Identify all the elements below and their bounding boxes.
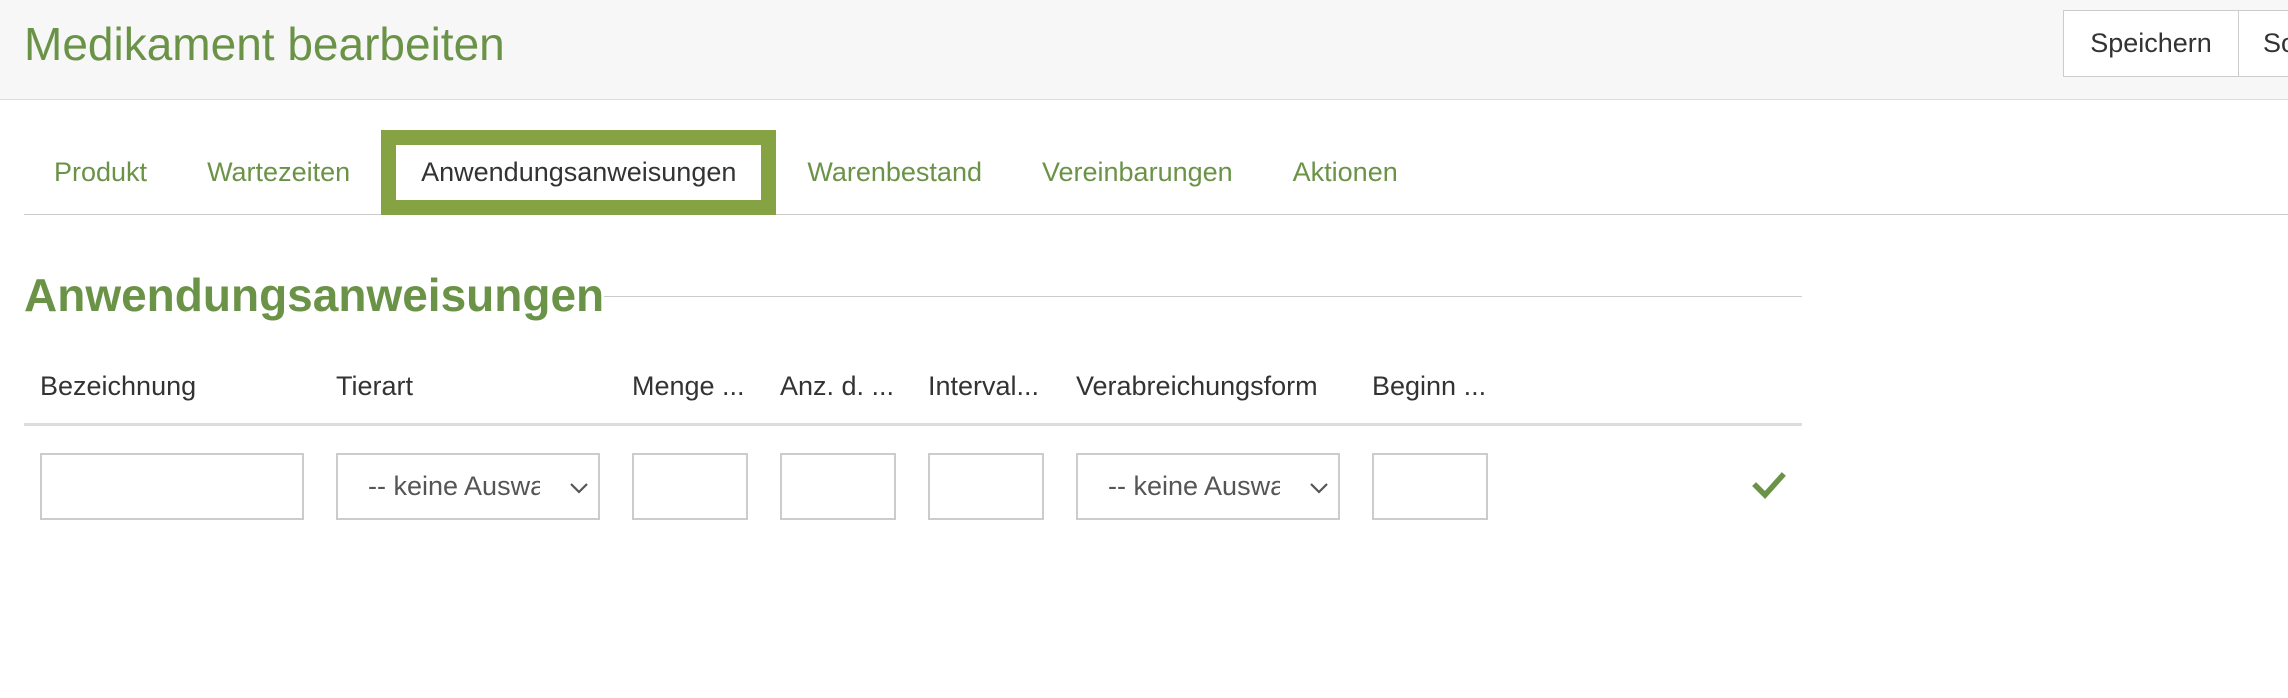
column-header-bezeichnung: Bezeichnung [40,371,197,401]
anzahl-input[interactable] [780,453,896,520]
column-header-beginn: Beginn ... [1372,371,1487,401]
tab-bar: Produkt Wartezeiten Anwendungsanweisunge… [24,129,2288,215]
column-header-tierart: Tierart [336,371,414,401]
column-header-verabreichungsform: Verabreichungsform [1076,371,1318,401]
tab-wartezeiten[interactable]: Wartezeiten [177,130,380,215]
page-header: Medikament bearbeiten Speichern So [0,0,2288,100]
verabreichungsform-select-value: -- keine Auswahl -- [1108,471,1280,501]
secondary-header-button[interactable]: So [2239,10,2288,77]
header-actions: Speichern So [2063,10,2288,77]
beginn-input[interactable] [1372,453,1488,520]
section-title: Anwendungsanweisungen [24,269,605,321]
page-title: Medikament bearbeiten [24,18,505,70]
tab-anwendungsanweisungen[interactable]: Anwendungsanweisungen [381,129,777,215]
bezeichnung-input[interactable] [40,453,304,520]
column-header-menge: Menge ... [632,371,745,401]
menge-input[interactable] [632,453,748,520]
tab-produkt[interactable]: Produkt [24,130,177,215]
checkmark-icon[interactable] [1752,468,1786,502]
chevron-down-icon [1310,483,1328,494]
section-divider [604,296,1802,297]
verabreichungsform-select[interactable]: -- keine Auswahl -- [1076,453,1340,520]
tab-warenbestand[interactable]: Warenbestand [777,130,1012,215]
tierart-select[interactable]: -- keine Auswahl -- [336,453,600,520]
chevron-down-icon [570,483,588,494]
column-header-interval: Interval... [928,371,1040,401]
table-header-divider [24,423,1802,426]
tab-aktionen[interactable]: Aktionen [1263,130,1428,215]
tab-vereinbarungen[interactable]: Vereinbarungen [1012,130,1263,215]
save-button[interactable]: Speichern [2063,10,2239,77]
column-header-anzahl: Anz. d. ... [780,371,895,401]
interval-input[interactable] [928,453,1044,520]
tierart-select-value: -- keine Auswahl -- [368,471,540,501]
page: Medikament bearbeiten Speichern So Produ… [0,0,2288,698]
